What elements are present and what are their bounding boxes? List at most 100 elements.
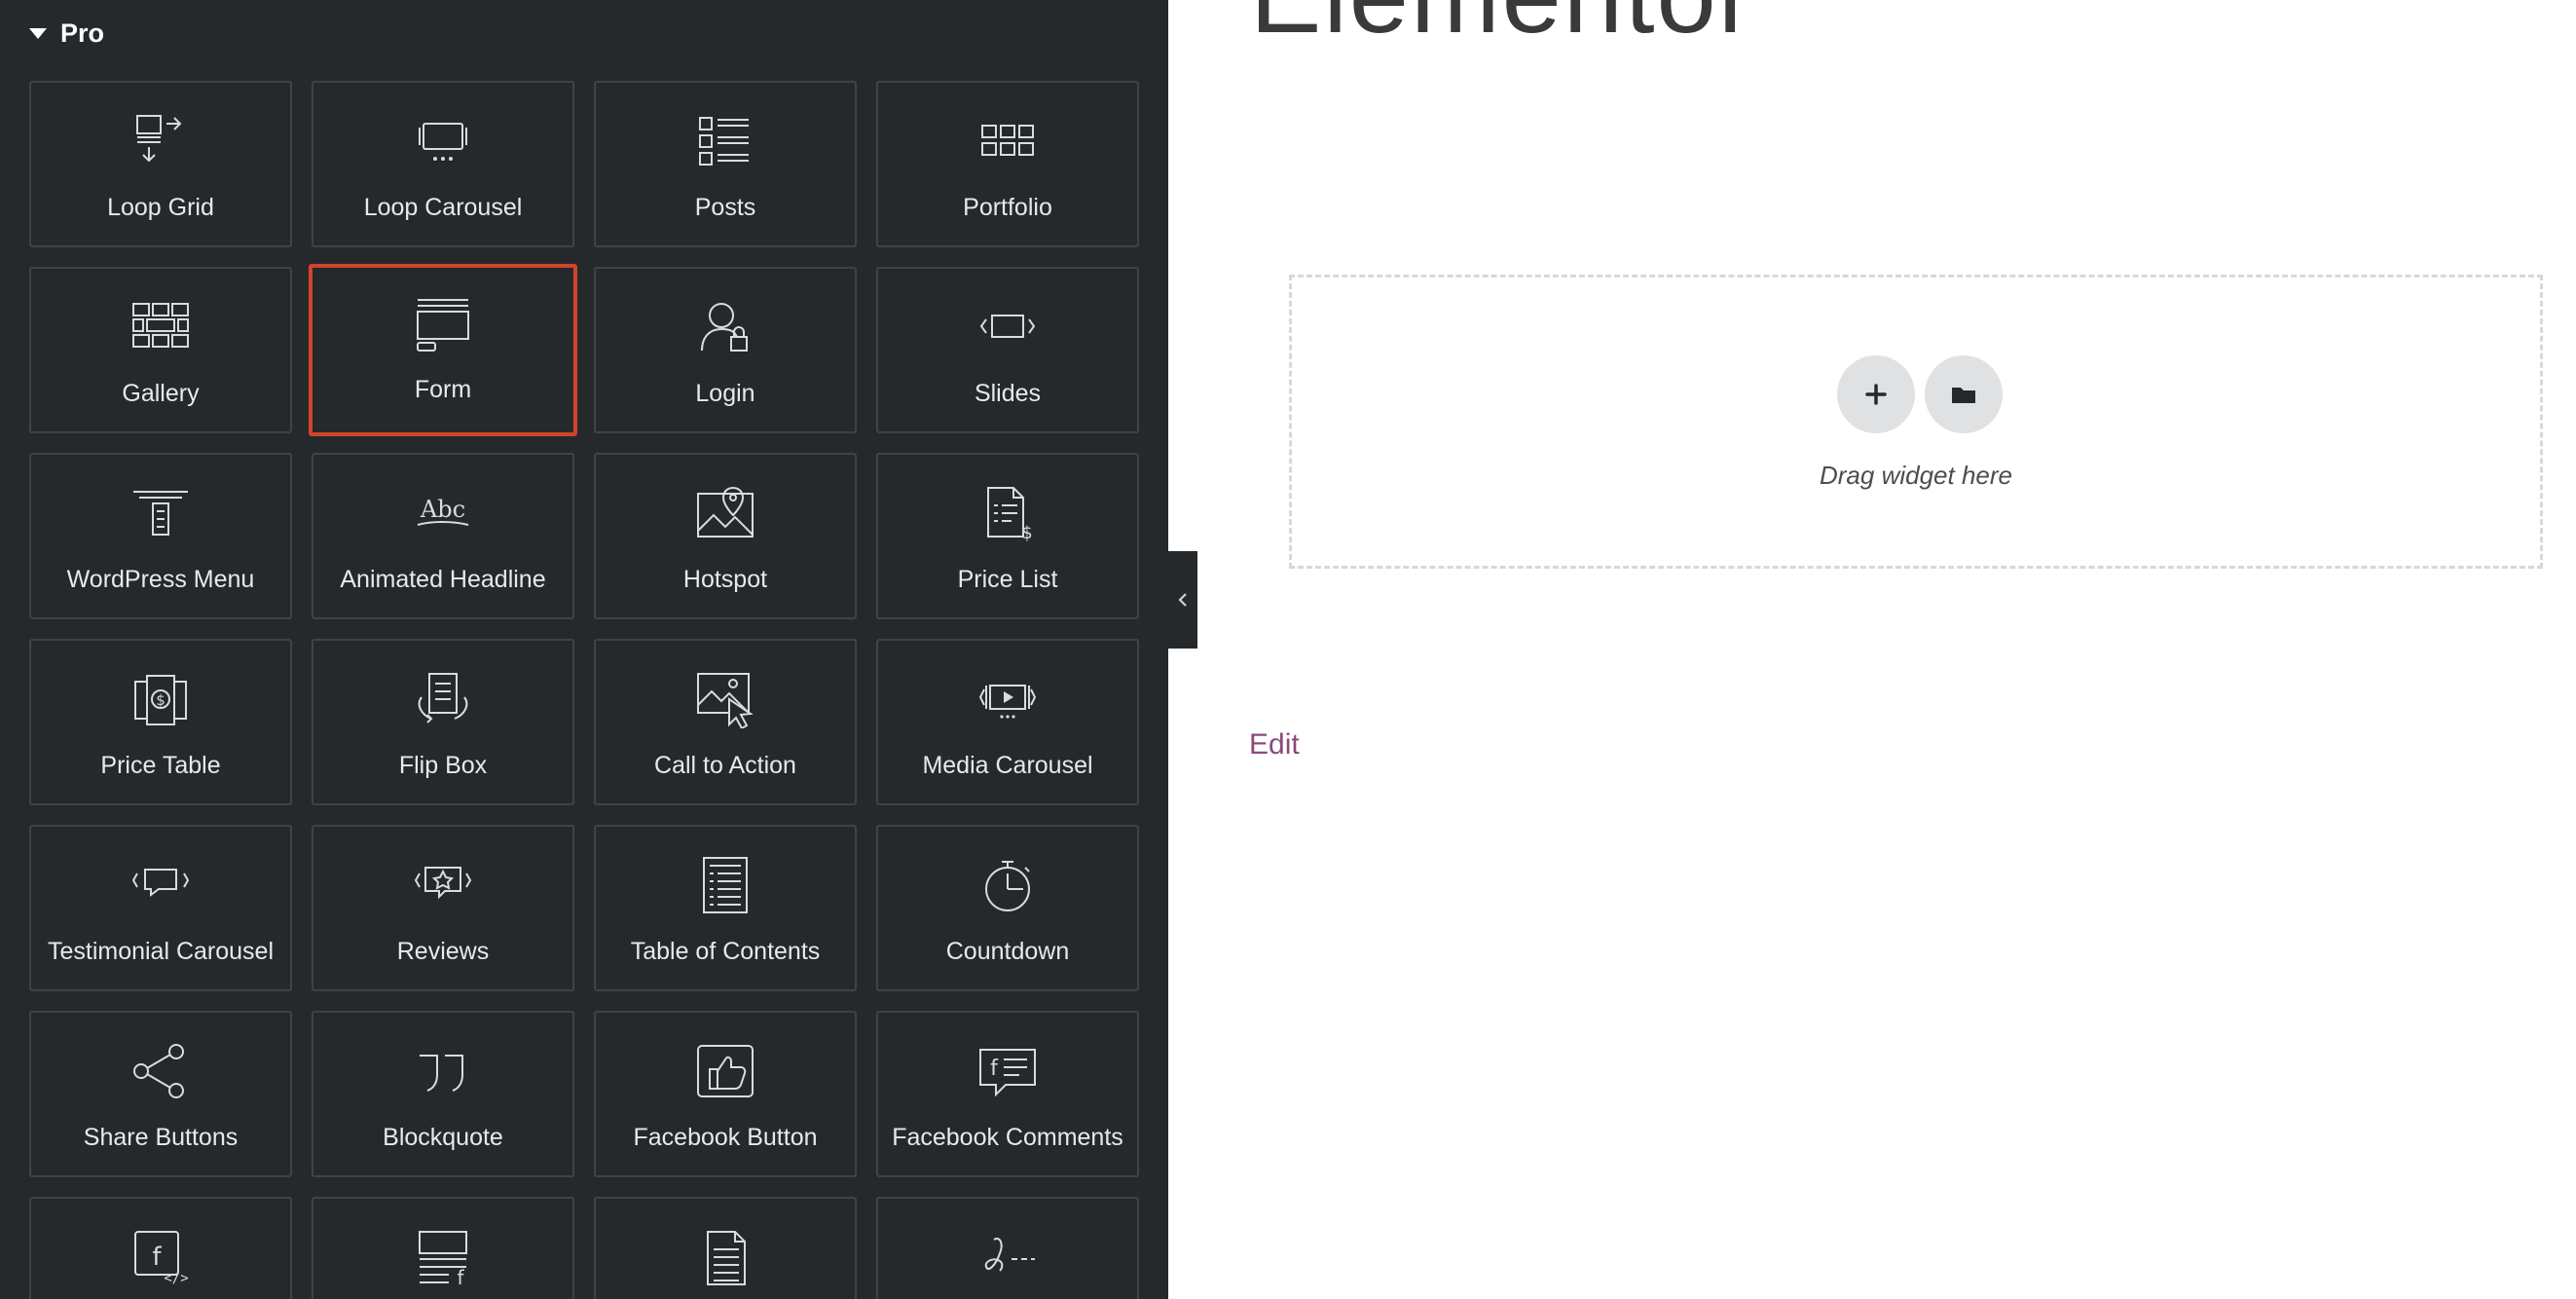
posts-icon bbox=[694, 112, 756, 170]
widget-tile-price-list[interactable]: $ Price List bbox=[876, 453, 1139, 619]
svg-text:$: $ bbox=[1021, 523, 1032, 542]
widget-tile-loop-grid[interactable]: Loop Grid bbox=[29, 81, 292, 247]
widget-tile-testimonial-carousel[interactable]: Testimonial Carousel bbox=[29, 825, 292, 991]
widget-label: Posts bbox=[694, 194, 756, 221]
widget-tile-loop-carousel[interactable]: Loop Carousel bbox=[312, 81, 574, 247]
widget-tile-flip-box[interactable]: Flip Box bbox=[312, 639, 574, 805]
widget-label: Flip Box bbox=[398, 752, 488, 779]
widget-tile-wordpress-menu[interactable]: WordPress Menu bbox=[29, 453, 292, 619]
widget-tile-price-table[interactable]: $ Price Table bbox=[29, 639, 292, 805]
widget-label: Login bbox=[695, 380, 755, 407]
widget-label: Countdown bbox=[945, 938, 1070, 965]
widget-tile-login[interactable]: Login bbox=[594, 267, 857, 433]
widget-label: Call to Action bbox=[654, 752, 796, 779]
call-to-action-icon bbox=[694, 670, 756, 730]
svg-text:</>: </> bbox=[164, 1271, 188, 1286]
edit-link[interactable]: Edit bbox=[1249, 728, 1300, 761]
svg-text:$: $ bbox=[156, 691, 166, 709]
caret-down-icon bbox=[29, 27, 47, 39]
widget-tile-call-to-action[interactable]: Call to Action bbox=[594, 639, 857, 805]
section-toggle-pro[interactable]: Pro bbox=[29, 14, 104, 53]
drop-zone-text: Drag widget here bbox=[1820, 461, 2012, 490]
countdown-icon bbox=[976, 856, 1039, 914]
facebook-like-icon bbox=[694, 1042, 756, 1100]
flip-box-icon bbox=[412, 670, 474, 728]
widget-tile-posts[interactable]: Posts bbox=[594, 81, 857, 247]
animated-headline-icon: Abc bbox=[412, 484, 474, 542]
collapse-panel-button[interactable] bbox=[1168, 551, 1197, 649]
widget-tile-facebook-button[interactable]: Facebook Button bbox=[594, 1011, 857, 1177]
svg-text:f: f bbox=[457, 1266, 464, 1286]
widget-label: Price List bbox=[957, 566, 1058, 593]
widget-tile-table-of-contents[interactable]: Table of Contents bbox=[594, 825, 857, 991]
media-carousel-icon bbox=[976, 670, 1039, 728]
widget-label: Slides bbox=[974, 380, 1042, 407]
widget-label: Media Carousel bbox=[922, 752, 1093, 779]
form-icon bbox=[412, 294, 474, 353]
widget-tile-facebook-comments[interactable]: f Facebook Comments bbox=[876, 1011, 1139, 1177]
table-of-contents-icon bbox=[694, 856, 756, 914]
wordpress-menu-icon bbox=[129, 484, 192, 542]
widget-tile-item-25[interactable]: f </> bbox=[29, 1197, 292, 1299]
widget-tile-countdown[interactable]: Countdown bbox=[876, 825, 1139, 991]
gallery-icon bbox=[129, 298, 192, 356]
widget-tile-item-28[interactable] bbox=[876, 1197, 1139, 1299]
widget-label: Loop Grid bbox=[107, 194, 214, 221]
widget-label: Facebook Comments bbox=[892, 1124, 1123, 1151]
widget-tile-reviews[interactable]: Reviews bbox=[312, 825, 574, 991]
chevron-left-icon bbox=[1178, 593, 1187, 607]
widget-tile-form[interactable]: Form bbox=[309, 264, 577, 436]
widget-label: Gallery bbox=[122, 380, 200, 407]
svg-text:f: f bbox=[152, 1243, 162, 1272]
widget-tile-item-26[interactable]: f bbox=[312, 1197, 574, 1299]
facebook-embed-icon: f </> bbox=[129, 1228, 192, 1286]
drop-zone[interactable]: Drag widget here bbox=[1289, 275, 2543, 569]
widget-tile-portfolio[interactable]: Portfolio bbox=[876, 81, 1139, 247]
signature-icon bbox=[976, 1228, 1039, 1286]
widget-label: Animated Headline bbox=[340, 566, 546, 593]
widget-tile-slides[interactable]: Slides bbox=[876, 267, 1139, 433]
widget-label: Price Table bbox=[100, 752, 221, 779]
widget-label: Share Buttons bbox=[83, 1124, 239, 1151]
login-icon bbox=[694, 298, 756, 356]
reviews-icon bbox=[412, 856, 474, 914]
widget-tile-share-buttons[interactable]: Share Buttons bbox=[29, 1011, 292, 1177]
section-title: Pro bbox=[60, 18, 105, 48]
facebook-comments-icon: f bbox=[976, 1042, 1039, 1100]
svg-text:f: f bbox=[990, 1057, 999, 1081]
widget-tile-item-27[interactable] bbox=[594, 1197, 857, 1299]
widget-grid: Loop Grid Loop Carousel Posts Portfolio Gall… bbox=[29, 81, 1139, 1299]
share-icon bbox=[129, 1042, 192, 1100]
widget-label: Facebook Button bbox=[633, 1124, 818, 1151]
price-list-icon: $ bbox=[976, 484, 1039, 543]
widget-label: Reviews bbox=[396, 938, 490, 965]
widget-tile-blockquote[interactable]: Blockquote bbox=[312, 1011, 574, 1177]
folder-icon bbox=[1952, 388, 1975, 403]
hotspot-icon bbox=[694, 484, 756, 542]
widget-label: Blockquote bbox=[383, 1124, 503, 1151]
add-template-button[interactable] bbox=[1925, 355, 2003, 433]
document-icon bbox=[694, 1228, 756, 1286]
portfolio-icon bbox=[976, 112, 1039, 170]
widget-tile-gallery[interactable]: Gallery bbox=[29, 267, 292, 433]
widget-label: Form bbox=[414, 376, 472, 403]
widget-tile-animated-headline[interactable]: Abc Animated Headline bbox=[312, 453, 574, 619]
widget-label: Table of Contents bbox=[630, 938, 821, 965]
widget-tile-hotspot[interactable]: Hotspot bbox=[594, 453, 857, 619]
svg-text:Abc: Abc bbox=[420, 496, 465, 523]
loop-carousel-icon bbox=[412, 112, 474, 170]
plus-icon bbox=[1865, 384, 1887, 405]
page-title: Elementor bbox=[1250, 0, 1755, 57]
widget-label: Hotspot bbox=[682, 566, 768, 593]
widget-label: Loop Carousel bbox=[363, 194, 523, 221]
blockquote-icon bbox=[412, 1042, 474, 1100]
testimonial-carousel-icon bbox=[129, 856, 192, 914]
widget-label: WordPress Menu bbox=[66, 566, 255, 593]
widget-tile-media-carousel[interactable]: Media Carousel bbox=[876, 639, 1139, 805]
loop-grid-icon bbox=[129, 112, 192, 170]
widget-label: Testimonial Carousel bbox=[47, 938, 275, 965]
price-table-icon: $ bbox=[129, 670, 192, 728]
add-section-button[interactable] bbox=[1837, 355, 1915, 433]
facebook-page-icon: f bbox=[412, 1228, 474, 1289]
slides-icon bbox=[976, 298, 1039, 356]
